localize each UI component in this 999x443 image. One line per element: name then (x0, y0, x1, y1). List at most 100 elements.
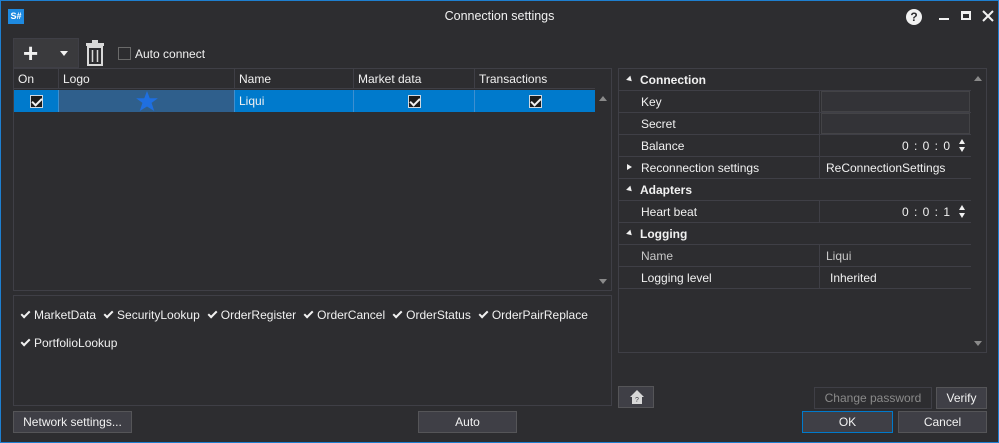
minimize-icon (939, 18, 949, 20)
scroll-down-icon[interactable] (974, 341, 982, 346)
check-icon (207, 308, 218, 319)
category-adapters[interactable]: Adapters (619, 179, 971, 201)
column-header-market-data[interactable]: Market data (354, 69, 475, 89)
capability-marketdata[interactable]: MarketData (20, 304, 96, 324)
network-settings-button[interactable]: Network settings... (13, 411, 132, 433)
scroll-up-icon[interactable] (974, 76, 982, 81)
market-data-cell[interactable] (354, 90, 475, 112)
capability-label: SecurityLookup (117, 307, 200, 322)
category-connection[interactable]: Connection (619, 69, 971, 91)
home-icon: ? (630, 390, 644, 404)
property-label: Key (619, 91, 820, 113)
property-key: Key (619, 91, 971, 113)
category-logging[interactable]: Logging (619, 223, 971, 245)
close-icon (982, 10, 994, 22)
column-header-logo[interactable]: Logo (59, 69, 235, 89)
property-label: Logging level (619, 267, 820, 289)
plus-icon: + (23, 38, 39, 68)
check-icon (392, 308, 403, 319)
grid-scrollbar[interactable] (595, 69, 611, 290)
capability-portfoliolookup[interactable]: PortfolioLookup (20, 332, 117, 352)
on-checkbox[interactable] (29, 95, 43, 109)
column-header-transactions[interactable]: Transactions (475, 69, 596, 89)
log-name-value: Liqui (826, 249, 852, 263)
property-grid: Connection Key Secret Balance 0 : 0 : 0 … (618, 68, 987, 353)
connection-settings-window: S# Connection settings ? + Auto connect … (0, 0, 999, 443)
on-cell[interactable] (14, 90, 59, 112)
capability-orderpairreplace[interactable]: OrderPairReplace (478, 304, 588, 324)
market-data-checkbox[interactable] (407, 95, 421, 109)
capability-label: OrderStatus (406, 307, 471, 322)
category-label: Adapters (640, 183, 693, 197)
title-bar: S# Connection settings ? (1, 1, 998, 32)
spinner-icon[interactable] (959, 205, 967, 219)
check-icon (478, 308, 489, 319)
category-label: Connection (640, 73, 706, 87)
transactions-cell[interactable] (475, 90, 596, 112)
check-icon (20, 336, 31, 347)
property-secret: Secret (619, 113, 971, 135)
column-header-on[interactable]: On (14, 69, 59, 89)
property-label: Secret (619, 113, 820, 135)
logging-level-select[interactable]: Inherited (821, 267, 971, 289)
maximize-button[interactable] (957, 7, 975, 25)
capability-orderregister[interactable]: OrderRegister (207, 304, 296, 324)
collapse-icon[interactable] (626, 185, 634, 194)
capability-ordercancel[interactable]: OrderCancel (303, 304, 385, 324)
auto-connect-checkbox[interactable]: Auto connect (118, 46, 205, 61)
property-logging-level: Logging level Inherited (619, 267, 971, 289)
property-reconnection[interactable]: Reconnection settings ReConnectionSettin… (619, 157, 971, 179)
cancel-button[interactable]: Cancel (898, 411, 987, 433)
scroll-down-icon[interactable] (599, 279, 607, 284)
check-icon (303, 308, 314, 319)
collapse-icon[interactable] (626, 75, 634, 84)
property-label: Balance (619, 135, 820, 157)
window-title: Connection settings (444, 9, 555, 23)
column-header-name[interactable]: Name (235, 69, 354, 89)
property-balance: Balance 0 : 0 : 0 (619, 135, 971, 157)
caret-down-icon[interactable] (60, 51, 68, 56)
capability-label: OrderCancel (317, 307, 386, 322)
add-connection-button[interactable]: + (13, 38, 79, 68)
auto-connect-label: Auto connect (135, 46, 206, 61)
logo-cell (59, 90, 235, 112)
help-icon[interactable]: ? (906, 9, 922, 25)
heartbeat-value[interactable]: 0 : 0 : 1 (902, 201, 951, 223)
balance-value[interactable]: 0 : 0 : 0 (902, 135, 951, 157)
capability-label: OrderRegister (220, 307, 297, 322)
auto-button[interactable]: Auto (418, 411, 517, 433)
trash-icon[interactable] (85, 40, 105, 66)
table-row[interactable]: Liqui (14, 90, 596, 112)
spinner-icon[interactable] (959, 139, 967, 153)
heartbeat-timespan-input[interactable]: 0 : 0 : 1 (821, 201, 971, 223)
scroll-up-icon[interactable] (599, 96, 607, 101)
capabilities-panel: MarketData SecurityLookup OrderRegister Ord… (13, 295, 612, 406)
ok-button[interactable]: OK (802, 411, 893, 433)
transactions-checkbox[interactable] (528, 95, 542, 109)
key-input[interactable] (821, 91, 970, 112)
property-label: Reconnection settings (619, 157, 820, 179)
property-grid-scrollbar[interactable] (970, 69, 986, 352)
capability-orderstatus[interactable]: OrderStatus (392, 304, 471, 324)
close-button[interactable] (979, 7, 997, 25)
secret-input[interactable] (821, 113, 970, 134)
property-label: Heart beat (619, 201, 820, 223)
maximize-icon (961, 11, 971, 20)
reconnection-value[interactable]: ReConnectionSettings (821, 157, 971, 179)
change-password-button[interactable]: Change password (814, 387, 932, 409)
capability-label: OrderPairReplace (491, 307, 588, 322)
capability-label: PortfolioLookup (34, 335, 118, 350)
capability-securitylookup[interactable]: SecurityLookup (103, 304, 200, 324)
category-label: Logging (640, 227, 688, 241)
name-cell[interactable]: Liqui (235, 90, 354, 112)
home-button[interactable]: ? (618, 386, 654, 408)
auto-connect-box[interactable] (118, 47, 131, 61)
minimize-button[interactable] (935, 7, 953, 25)
balance-timespan-input[interactable]: 0 : 0 : 0 (821, 135, 971, 157)
collapse-icon[interactable] (626, 229, 634, 238)
check-icon (20, 308, 31, 319)
star-icon (135, 91, 158, 111)
svg-text:?: ? (635, 397, 639, 404)
property-heartbeat: Heart beat 0 : 0 : 1 (619, 201, 971, 223)
verify-button[interactable]: Verify (936, 387, 987, 409)
